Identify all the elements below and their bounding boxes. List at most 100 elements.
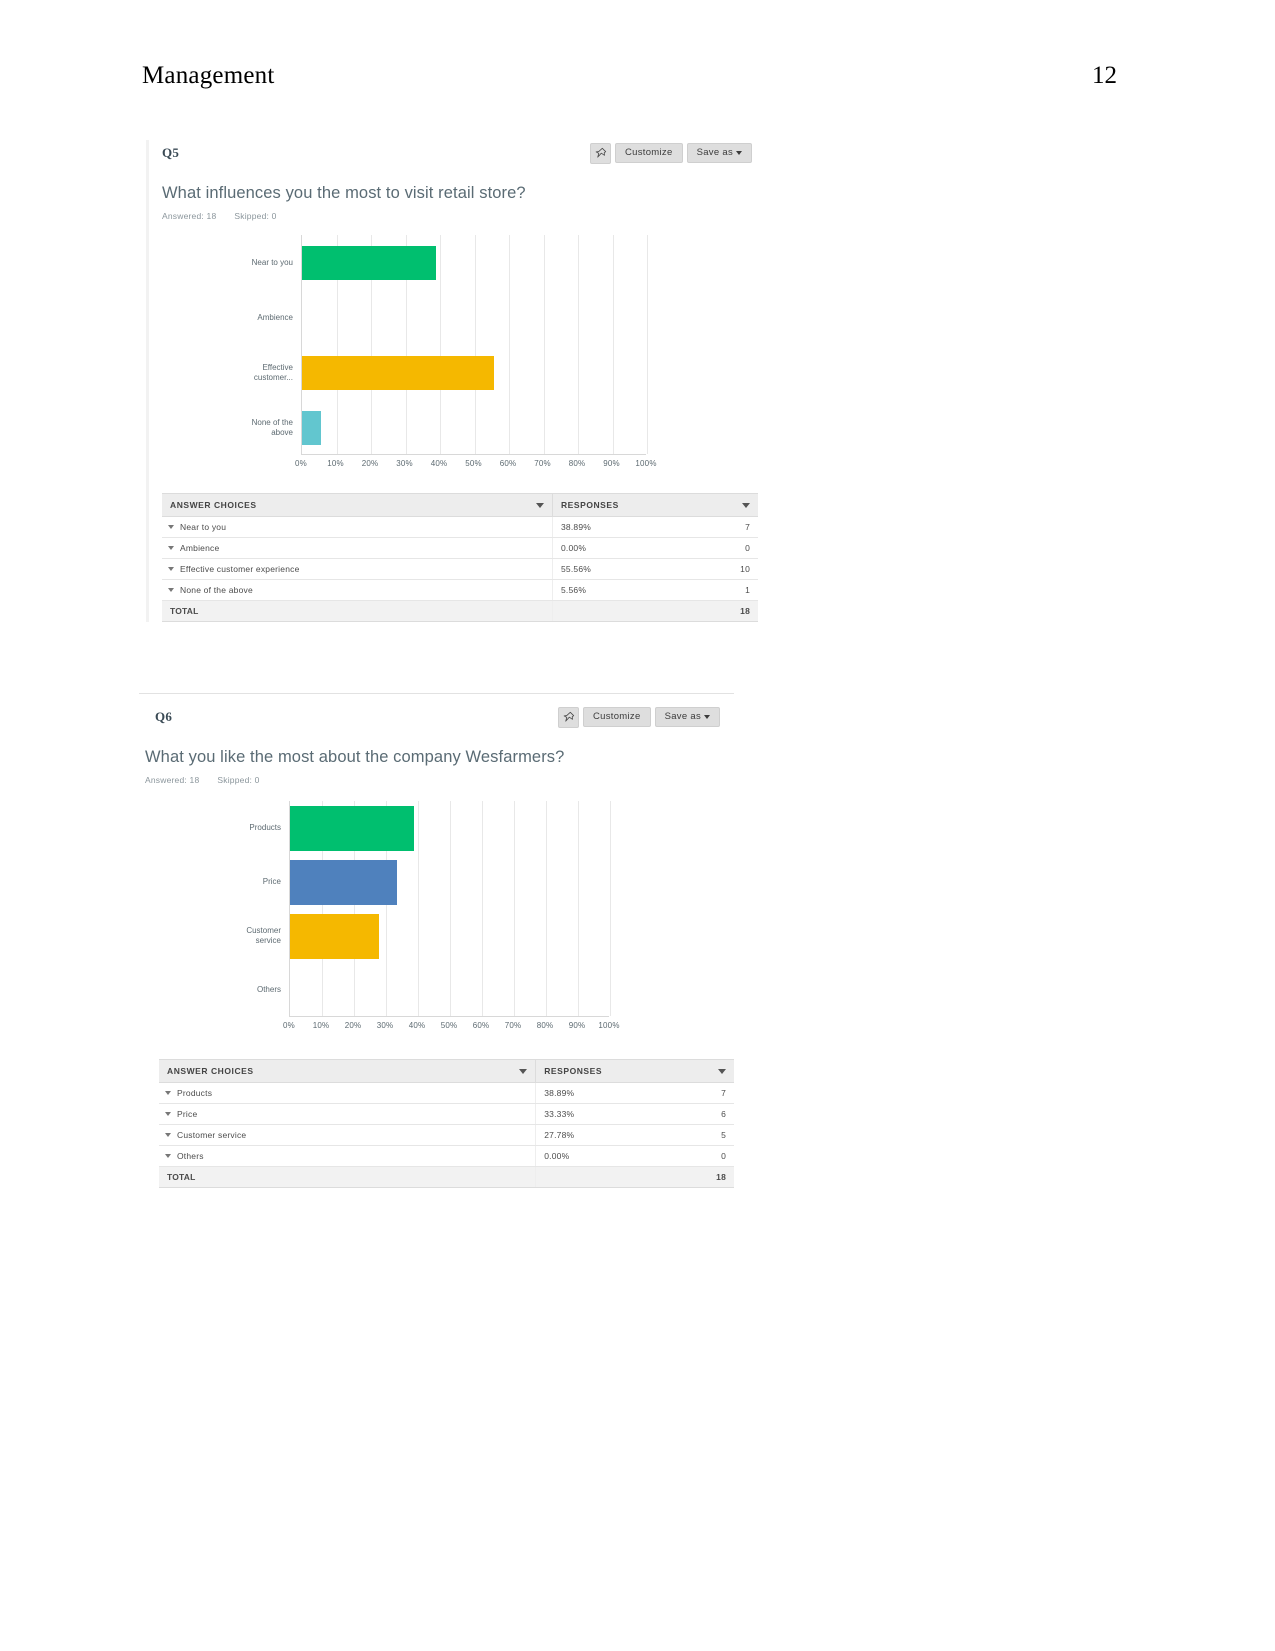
question-title-q5: What influences you the most to visit re… (162, 184, 526, 202)
gridline (578, 235, 579, 454)
sort-caret-icon[interactable] (718, 1068, 726, 1074)
value-axis: 0% 10% 20% 30% 40% 50% 60% 70% 80% 90% 100% (295, 455, 666, 471)
col-responses-label: RESPONSES (544, 1066, 603, 1076)
answer-choice-label: Products (177, 1088, 213, 1098)
axis-tick-label: 50% (465, 459, 482, 468)
cell-response-count: 6 (663, 1103, 734, 1125)
col-responses[interactable]: RESPONSES (551, 493, 758, 517)
table-row[interactable]: Effective customer experience 55.56% 10 (162, 558, 758, 580)
cell-response-count: 0 (684, 537, 758, 559)
cell-answer-choice: Price (159, 1103, 536, 1125)
row-expand-caret-icon[interactable] (168, 588, 174, 592)
chart-plot-area: Near to you Ambience Effective customer...… (146, 235, 766, 455)
answered-count-q5: Answered: 18 (162, 211, 217, 221)
col-responses-label: RESPONSES (560, 500, 619, 510)
sort-caret-icon[interactable] (535, 502, 544, 508)
bar[interactable] (302, 410, 322, 445)
card-header-q6: Q6 Customize Save as (139, 704, 734, 730)
axis-tick-label: 20% (344, 1021, 362, 1030)
category-label: None of the above (251, 417, 293, 437)
col-answer-choices[interactable]: ANSWER CHOICES (162, 493, 553, 517)
bar[interactable] (290, 859, 397, 905)
chevron-down-icon (704, 714, 710, 719)
question-number-q5: Q5 (162, 145, 180, 160)
customize-button-q6[interactable]: Customize (582, 707, 651, 727)
col-answer-choices[interactable]: ANSWER CHOICES (159, 1059, 536, 1083)
axis-tick-label: 30% (396, 459, 413, 468)
axis-tick-label: 80% (536, 1021, 554, 1030)
survey-question-card-q6: Q6 Customize Save as What you like the m… (139, 693, 734, 1188)
pin-icon[interactable] (557, 706, 579, 728)
bars-area (289, 801, 611, 1017)
gridline (482, 801, 483, 1016)
question-title-q6: What you like the most about the company… (145, 748, 565, 766)
card-header-q5: Q5 Customize Save as (146, 140, 766, 166)
axis-tick-label: 0% (283, 1021, 295, 1030)
card-toolbar-q5: Customize Save as (589, 142, 752, 164)
bar[interactable] (302, 355, 494, 390)
table-total-row: TOTAL 18 (162, 600, 758, 622)
col-responses[interactable]: RESPONSES (535, 1059, 734, 1083)
sort-caret-icon[interactable] (519, 1068, 528, 1074)
bar[interactable] (290, 805, 415, 851)
axis-tick-label: 70% (504, 1021, 522, 1030)
table-row[interactable]: Products 38.89% 7 (159, 1082, 734, 1104)
sort-caret-icon[interactable] (742, 502, 750, 508)
chart-plot-area: Products Price Customer service Others (139, 801, 734, 1017)
cell-response-count: 7 (663, 1082, 734, 1104)
gridline (418, 801, 419, 1016)
total-spacer (551, 600, 685, 622)
category-label: Near to you (251, 257, 293, 267)
bar[interactable] (302, 245, 437, 280)
page-title: Management (142, 62, 275, 89)
axis-tick-label: 10% (312, 1021, 330, 1030)
table-row[interactable]: Others 0.00% 0 (159, 1145, 734, 1167)
page-number: 12 (1092, 62, 1117, 89)
axis-tick-label: 0% (295, 459, 307, 468)
row-expand-caret-icon[interactable] (165, 1154, 171, 1158)
row-expand-caret-icon[interactable] (165, 1133, 171, 1137)
row-expand-caret-icon[interactable] (168, 567, 174, 571)
save-as-button-q6[interactable]: Save as (654, 707, 720, 727)
table-row[interactable]: Price 33.33% 6 (159, 1103, 734, 1125)
table-header-row: ANSWER CHOICES RESPONSES (162, 493, 758, 517)
answer-choice-label: Ambience (180, 543, 220, 553)
table-row[interactable]: Ambience 0.00% 0 (162, 537, 758, 559)
table-row[interactable]: Near to you 38.89% 7 (162, 516, 758, 538)
row-expand-caret-icon[interactable] (168, 525, 174, 529)
customize-button-q5[interactable]: Customize (614, 143, 683, 163)
responses-table-q6: ANSWER CHOICES RESPONSES Products 38.89% 7… (159, 1059, 734, 1188)
category-axis: Products Price Customer service Others (139, 801, 289, 1017)
cell-response-count: 10 (684, 558, 758, 580)
table-total-row: TOTAL 18 (159, 1166, 734, 1188)
col-answer-choices-label: ANSWER CHOICES (170, 500, 257, 510)
cell-response-percent: 38.89% (551, 516, 685, 538)
axis-tick-label: 90% (603, 459, 620, 468)
table-header-row: ANSWER CHOICES RESPONSES (159, 1059, 734, 1083)
axis-tick-label: 60% (472, 1021, 490, 1030)
answer-choice-label: Price (177, 1109, 198, 1119)
pin-icon[interactable] (589, 142, 611, 164)
save-as-label: Save as (664, 711, 701, 723)
cell-response-percent: 27.78% (535, 1124, 664, 1146)
table-row[interactable]: None of the above 5.56% 1 (162, 579, 758, 601)
gridline (612, 235, 614, 454)
value-axis: 0% 10% 20% 30% 40% 50% 60% 70% 80% 90% 100% (283, 1017, 629, 1033)
save-as-label: Save as (696, 147, 733, 159)
save-as-button-q5[interactable]: Save as (686, 143, 752, 163)
bar[interactable] (290, 913, 379, 959)
table-row[interactable]: Customer service 27.78% 5 (159, 1124, 734, 1146)
axis-tick-label: 90% (568, 1021, 586, 1030)
answer-choice-label: None of the above (180, 585, 253, 595)
gridline (647, 235, 648, 454)
cell-response-count: 7 (684, 516, 758, 538)
row-expand-caret-icon[interactable] (168, 546, 174, 550)
answer-choice-label: Others (177, 1151, 204, 1161)
bars-area (301, 235, 648, 455)
row-expand-caret-icon[interactable] (165, 1091, 171, 1095)
row-expand-caret-icon[interactable] (165, 1112, 171, 1116)
cell-answer-choice: Others (159, 1145, 536, 1167)
cell-response-percent: 55.56% (551, 558, 685, 580)
cell-response-percent: 5.56% (551, 579, 685, 601)
cell-response-count: 5 (663, 1124, 734, 1146)
